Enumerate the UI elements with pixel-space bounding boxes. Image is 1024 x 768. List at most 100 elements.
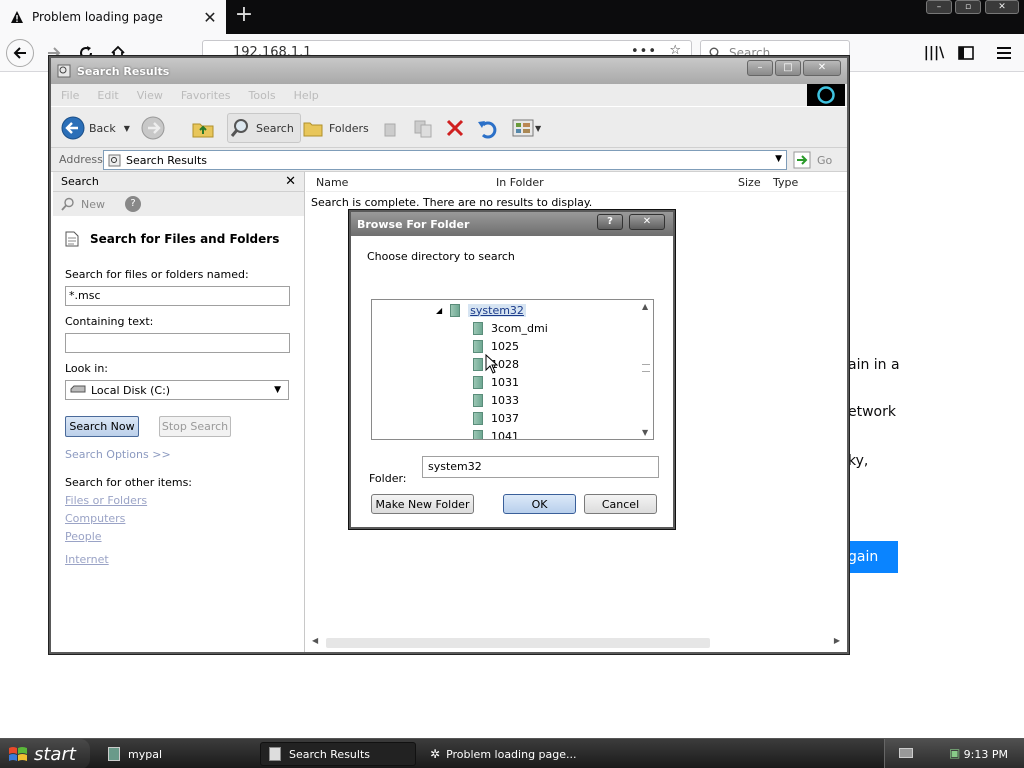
- search-heading: Search for Files and Folders: [90, 232, 280, 246]
- copy-to-icon: [411, 116, 435, 140]
- menu-favorites[interactable]: Favorites: [181, 89, 231, 102]
- menu-help[interactable]: Help: [294, 89, 319, 102]
- cancel-button[interactable]: Cancel: [584, 494, 657, 514]
- explorer-titlebar[interactable]: Search Results – □ ✕: [51, 58, 847, 84]
- back-nav-button[interactable]: Back ▼: [61, 113, 130, 143]
- results-message: Search is complete. There are no results…: [311, 196, 593, 209]
- scroll-down-icon[interactable]: ▼: [642, 428, 648, 437]
- search-toolbar-button[interactable]: Search: [227, 113, 301, 143]
- address-input[interactable]: Search Results ▼: [103, 150, 787, 170]
- drive-icon: [70, 385, 86, 393]
- column-in-folder[interactable]: In Folder: [496, 176, 544, 189]
- people-link[interactable]: People: [65, 530, 102, 543]
- explorer-menubar: File Edit View Favorites Tools Help: [51, 84, 847, 106]
- scroll-up-icon[interactable]: ▲: [642, 302, 648, 311]
- tree-item[interactable]: 3com_dmi: [473, 320, 548, 336]
- menu-edit[interactable]: Edit: [97, 89, 118, 102]
- tree-item[interactable]: 1033: [473, 392, 519, 408]
- dialog-titlebar[interactable]: Browse For Folder ? ✕: [351, 212, 673, 236]
- help-icon[interactable]: ?: [125, 196, 141, 212]
- taskbar-item-search-results[interactable]: Search Results: [260, 742, 416, 766]
- tree-selected-label: system32: [468, 303, 526, 317]
- back-label: Back: [89, 121, 116, 135]
- chevron-down-icon: ▼: [274, 385, 281, 395]
- undo-button[interactable]: [475, 113, 499, 143]
- scrollbar-thumb[interactable]: [642, 364, 650, 372]
- keyboard-icon[interactable]: [899, 748, 913, 758]
- make-new-folder-button[interactable]: Make New Folder: [371, 494, 474, 514]
- tree-item[interactable]: 1041: [473, 428, 519, 439]
- tree-item-selected[interactable]: ◢ system32: [436, 302, 526, 318]
- close-window-button[interactable]: ✕: [985, 0, 1019, 14]
- forward-nav-button[interactable]: [141, 113, 165, 143]
- task-label: mypal: [128, 747, 163, 761]
- search-window-icon: [269, 747, 281, 761]
- new-search-label[interactable]: New: [81, 198, 105, 211]
- chevron-down-icon[interactable]: ▼: [124, 124, 130, 133]
- network-icon[interactable]: ▣: [949, 746, 960, 760]
- maximize-button[interactable]: ▫: [955, 0, 981, 14]
- explorer-maximize-button[interactable]: □: [775, 60, 801, 76]
- close-search-pane-icon[interactable]: ✕: [285, 174, 296, 189]
- task-label: Problem loading page...: [446, 747, 577, 761]
- copy-to-button[interactable]: [411, 113, 435, 143]
- explorer-minimize-button[interactable]: –: [747, 60, 773, 76]
- column-type[interactable]: Type: [773, 176, 798, 189]
- column-name[interactable]: Name: [316, 176, 348, 189]
- menu-view[interactable]: View: [137, 89, 163, 102]
- search-options-link[interactable]: Search Options >>: [65, 448, 171, 461]
- folders-toolbar-button[interactable]: Folders: [301, 113, 369, 143]
- move-to-button[interactable]: [379, 113, 403, 143]
- column-size[interactable]: Size: [738, 176, 761, 189]
- folder-name-input[interactable]: system32: [422, 456, 659, 478]
- tree-item[interactable]: 1037: [473, 410, 519, 426]
- start-button[interactable]: start: [0, 739, 90, 768]
- go-button[interactable]: Go: [793, 151, 832, 169]
- explorer-close-button[interactable]: ✕: [803, 60, 841, 76]
- scroll-left-icon[interactable]: ◀: [312, 636, 318, 645]
- folder-label: Folder:: [369, 472, 407, 485]
- browser-tab-strip: Problem loading page ✕ + – ▫ ✕: [0, 0, 1024, 34]
- menu-file[interactable]: File: [61, 89, 79, 102]
- filename-input[interactable]: *.msc: [65, 286, 290, 306]
- scrollbar-thumb[interactable]: [326, 638, 710, 648]
- ok-button[interactable]: OK: [503, 494, 576, 514]
- browser-tab[interactable]: Problem loading page ✕: [0, 0, 226, 34]
- views-button[interactable]: ▼: [511, 113, 541, 143]
- files-or-folders-link[interactable]: Files or Folders: [65, 494, 147, 507]
- look-in-select[interactable]: Local Disk (C:) ▼: [65, 380, 289, 400]
- menu-tools[interactable]: Tools: [249, 89, 276, 102]
- taskbar-item-mypal[interactable]: mypal: [100, 742, 250, 766]
- address-dropdown-icon[interactable]: ▼: [775, 154, 782, 164]
- minimize-button[interactable]: –: [926, 0, 952, 14]
- search-pane-tools: New ?: [53, 192, 304, 216]
- back-button[interactable]: [6, 39, 34, 67]
- stop-search-button[interactable]: Stop Search: [159, 416, 231, 437]
- internet-link[interactable]: Internet: [65, 553, 109, 566]
- up-folder-button[interactable]: [191, 113, 215, 143]
- containing-text-input[interactable]: [65, 333, 290, 353]
- collapse-triangle-icon[interactable]: ◢: [436, 306, 442, 315]
- folder-icon: [450, 303, 461, 317]
- warning-icon: [11, 11, 23, 23]
- dialog-help-button[interactable]: ?: [597, 214, 623, 230]
- taskbar-item-firefox[interactable]: ✲ Problem loading page...: [422, 742, 592, 766]
- search-window-icon: [57, 64, 71, 78]
- new-search-icon[interactable]: [61, 197, 75, 211]
- delete-button[interactable]: [443, 113, 467, 143]
- new-tab-button[interactable]: +: [232, 4, 256, 28]
- computers-link[interactable]: Computers: [65, 512, 125, 525]
- horizontal-scrollbar[interactable]: ◀ ▶: [310, 636, 842, 650]
- tree-item[interactable]: 1031: [473, 374, 519, 390]
- search-now-button[interactable]: Search Now: [65, 416, 139, 437]
- tree-item[interactable]: 1025: [473, 338, 519, 354]
- library-button[interactable]: |||\: [920, 39, 948, 67]
- folder-tree[interactable]: ◢ system32 3com_dmi 1025 1028 1031 1033 …: [371, 299, 654, 440]
- sidebar-button[interactable]: [952, 39, 980, 67]
- menu-button[interactable]: [990, 39, 1018, 67]
- close-tab-icon[interactable]: ✕: [200, 8, 220, 27]
- dialog-close-button[interactable]: ✕: [629, 214, 665, 230]
- scroll-right-icon[interactable]: ▶: [834, 636, 840, 645]
- tree-vertical-scrollbar[interactable]: ▲ ▼: [639, 300, 653, 439]
- views-chevron-icon: ▼: [535, 123, 542, 133]
